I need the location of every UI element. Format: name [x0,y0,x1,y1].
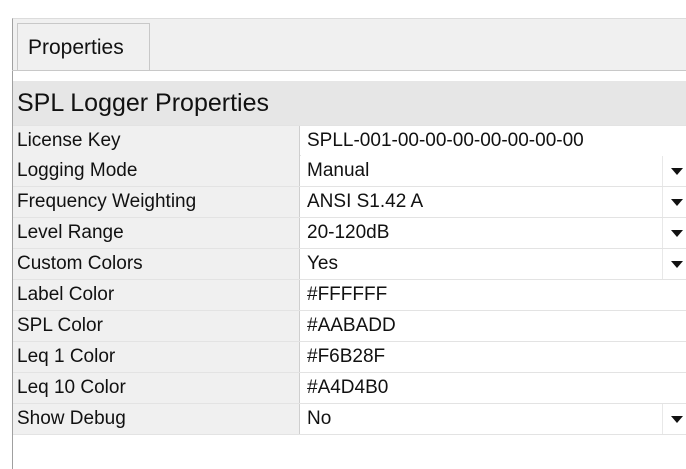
property-label: License Key [13,126,300,156]
property-value-field[interactable]: #AABADD [301,311,686,341]
property-label: Custom Colors [13,249,300,279]
property-value-select[interactable]: Manual [301,156,662,186]
property-label: Label Color [13,280,300,310]
property-row-leq-10-color[interactable]: Leq 10 Color #A4D4B0 [13,373,686,404]
property-label: Frequency Weighting [13,187,300,217]
chevron-down-icon [671,230,683,237]
property-row-logging-mode[interactable]: Logging Mode Manual [13,156,686,187]
property-row-leq-1-color[interactable]: Leq 1 Color #F6B28F [13,342,686,373]
property-row-label-color[interactable]: Label Color #FFFFFF [13,280,686,311]
chevron-down-icon [671,168,683,175]
property-label: SPL Color [13,311,300,341]
property-value-select[interactable]: 20-120dB [301,218,662,248]
chevron-down-icon [671,199,683,206]
property-row-show-debug[interactable]: Show Debug No [13,404,686,435]
property-label: Logging Mode [13,156,300,186]
property-value-field[interactable]: #F6B28F [301,342,686,372]
dropdown-button[interactable] [662,187,686,217]
tab-bar: Properties [12,18,686,72]
property-label: Level Range [13,218,300,248]
property-grid: License Key SPLL-001-00-00-00-00-00-00-0… [13,125,686,435]
property-value-select[interactable]: ANSI S1.42 A [301,187,662,217]
property-row-spl-color[interactable]: SPL Color #AABADD [13,311,686,342]
chevron-down-icon [671,416,683,423]
property-label: Show Debug [13,404,300,434]
tab-properties[interactable]: Properties [17,23,150,72]
property-row-level-range[interactable]: Level Range 20-120dB [13,218,686,249]
property-row-license-key[interactable]: License Key SPLL-001-00-00-00-00-00-00-0… [13,125,686,156]
properties-window: Properties SPL Logger Properties License… [0,0,686,469]
property-row-frequency-weighting[interactable]: Frequency Weighting ANSI S1.42 A [13,187,686,218]
property-value-field[interactable]: #FFFFFF [301,280,686,310]
property-value-field[interactable]: SPLL-001-00-00-00-00-00-00-00 [301,126,686,156]
property-label: Leq 1 Color [13,342,300,372]
property-panel: SPL Logger Properties License Key SPLL-0… [12,71,686,469]
dropdown-button[interactable] [662,249,686,279]
property-value-select[interactable]: Yes [301,249,662,279]
dropdown-button[interactable] [662,404,686,434]
chevron-down-icon [671,261,683,268]
property-value-field[interactable]: #A4D4B0 [301,373,686,403]
top-strip [12,0,686,18]
dropdown-button[interactable] [662,156,686,186]
section-header[interactable]: SPL Logger Properties [13,81,686,125]
property-value-select[interactable]: No [301,404,662,434]
property-row-custom-colors[interactable]: Custom Colors Yes [13,249,686,280]
dropdown-button[interactable] [662,218,686,248]
property-label: Leq 10 Color [13,373,300,403]
